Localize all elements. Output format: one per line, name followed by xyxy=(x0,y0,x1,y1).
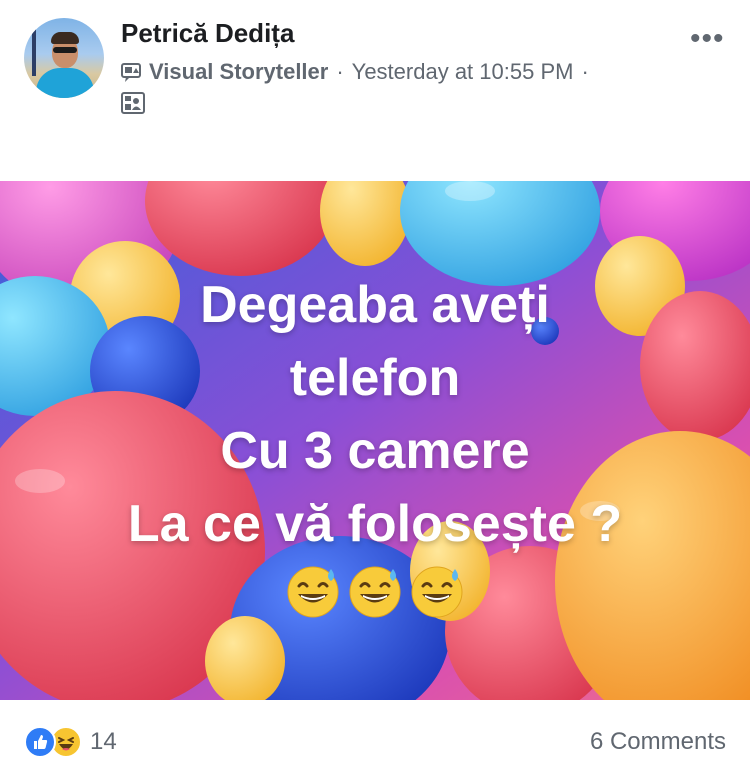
meta-separator-2: · xyxy=(581,59,589,84)
post-footer: 14 6 Comments xyxy=(0,700,750,778)
author-name[interactable]: Petrică Dedița xyxy=(121,18,294,49)
text-line-1: Degeaba aveți xyxy=(200,276,550,334)
post-image[interactable]: Degeaba aveți telefon Cu 3 camere La ce … xyxy=(0,181,750,700)
post-header: Petrică Dedița Visual Storyteller · Yest… xyxy=(0,0,750,180)
text-line-3: Cu 3 camere xyxy=(220,422,530,480)
meta-separator: · xyxy=(336,59,344,84)
sweat-smile-emoji-icon xyxy=(287,566,339,618)
album-icon[interactable] xyxy=(121,92,145,114)
like-reaction-icon xyxy=(24,726,56,758)
text-line-4: La ce vă folosește ? xyxy=(127,495,623,553)
sweat-smile-emoji-icon xyxy=(349,566,401,618)
reactions-summary[interactable]: 14 xyxy=(24,726,117,758)
post-meta: Visual Storyteller · Yesterday at 10:55 … xyxy=(121,59,597,85)
post-image-text: Degeaba aveți telefon Cu 3 camere La ce … xyxy=(0,269,750,561)
comments-count-link[interactable]: 6 Comments xyxy=(590,728,726,756)
author-role[interactable]: Visual Storyteller xyxy=(149,59,328,85)
reaction-count: 14 xyxy=(90,728,117,755)
text-line-2: telefon xyxy=(289,349,461,407)
post-timestamp[interactable]: Yesterday at 10:55 PM xyxy=(352,59,574,85)
sweat-smile-emoji-icon xyxy=(411,566,463,618)
more-options-icon[interactable]: ••• xyxy=(690,24,725,54)
storyteller-badge-icon xyxy=(121,61,143,83)
emoji-row xyxy=(0,563,750,619)
avatar[interactable] xyxy=(24,18,104,98)
